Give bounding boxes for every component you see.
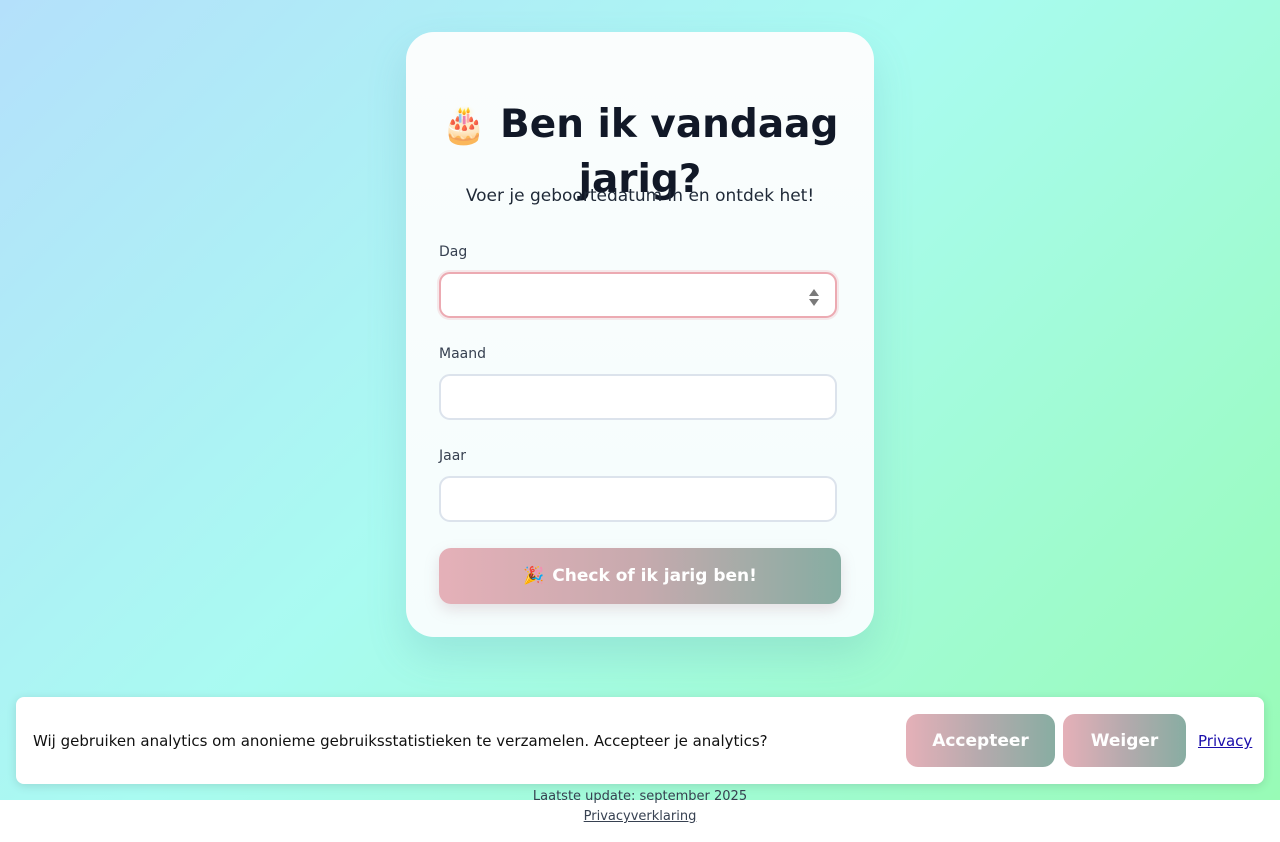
day-input[interactable] [439, 272, 837, 318]
party-popper-icon: 🎉 [523, 566, 545, 586]
day-label: Dag [439, 244, 468, 260]
cake-icon: 🎂 [441, 105, 487, 146]
check-button-label: Check of ik jarig ben! [552, 566, 757, 586]
spinner-down-icon[interactable] [809, 299, 819, 306]
spinner-up-icon[interactable] [809, 289, 819, 296]
number-spinner[interactable] [809, 287, 819, 307]
cookie-banner: Wij gebruiken analytics om anonieme gebr… [16, 697, 1264, 784]
page-subtitle: Voer je geboortedatum in en ontdek het! [465, 186, 815, 206]
privacy-link[interactable]: Privacy [1198, 732, 1252, 750]
birthday-card: 🎂 Ben ik vandaag jarig? [406, 32, 874, 637]
decline-button[interactable]: Weiger [1063, 714, 1186, 767]
year-input[interactable] [439, 476, 837, 522]
privacy-statement-link[interactable]: Privacyverklaring [584, 809, 697, 824]
month-label: Maand [439, 346, 486, 362]
year-label: Jaar [439, 448, 467, 464]
month-input[interactable] [439, 374, 837, 420]
accept-button[interactable]: Accepteer [906, 714, 1055, 767]
cookie-banner-text: Wij gebruiken analytics om anonieme gebr… [33, 732, 768, 750]
last-update-text: Laatste update: september 2025 [532, 789, 748, 804]
check-birthday-button[interactable]: 🎉 Check of ik jarig ben! [439, 548, 841, 604]
